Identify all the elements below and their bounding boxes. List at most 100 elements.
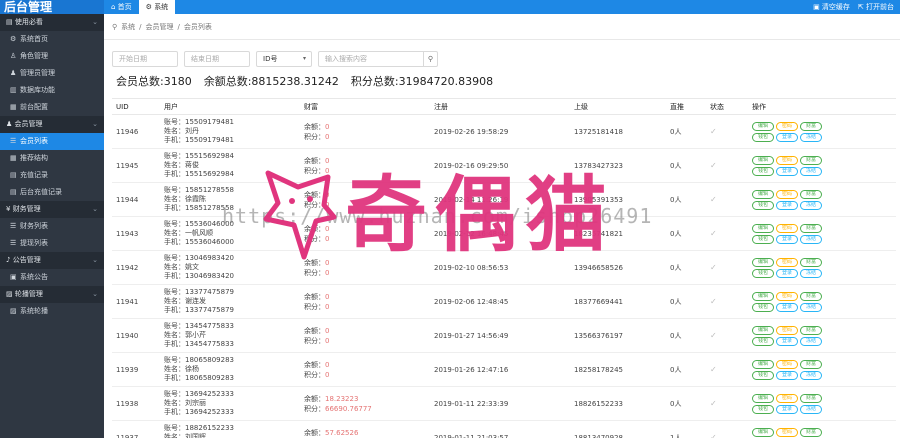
wealth-button[interactable]: 财富 bbox=[800, 257, 822, 267]
wallet-button[interactable]: 钱包 bbox=[752, 234, 774, 244]
sidebar-item-finance-list[interactable]: ☰ 财务列表 bbox=[0, 218, 104, 235]
sidebar-item-admin-recharge-log[interactable]: ▤ 后台充值记录 bbox=[0, 184, 104, 201]
password-button[interactable]: 密码 bbox=[776, 223, 798, 233]
sidebar-item-home[interactable]: ⚙ 系统首页 bbox=[0, 31, 104, 48]
password-button[interactable]: 密码 bbox=[776, 257, 798, 267]
wallet-button[interactable]: 钱包 bbox=[752, 200, 774, 210]
wealth-button[interactable]: 财富 bbox=[800, 189, 822, 199]
password-button[interactable]: 密码 bbox=[776, 359, 798, 369]
password-button[interactable]: 密码 bbox=[776, 189, 798, 199]
search-icon[interactable]: ⚲ bbox=[423, 52, 437, 66]
wallet-button[interactable]: 钱包 bbox=[752, 166, 774, 176]
check-icon[interactable]: ✓ bbox=[710, 433, 717, 438]
password-button[interactable]: 密码 bbox=[776, 291, 798, 301]
wallet-button[interactable]: 钱包 bbox=[752, 302, 774, 312]
sidebar-group-members[interactable]: ♟ 会员管理 ⌄ bbox=[0, 116, 104, 133]
sidebar-group-carousel[interactable]: ▨ 轮播管理 ⌄ bbox=[0, 286, 104, 303]
password-button[interactable]: 密码 bbox=[776, 121, 798, 131]
open-frontend-button[interactable]: ⇱ 打开前台 bbox=[858, 0, 894, 14]
login-button[interactable]: 登录 bbox=[776, 234, 798, 244]
edit-button[interactable]: 编辑 bbox=[752, 427, 774, 437]
login-button[interactable]: 登录 bbox=[776, 404, 798, 414]
check-icon[interactable]: ✓ bbox=[710, 399, 717, 408]
sidebar-item-frontend-config[interactable]: ▦ 前台配置 bbox=[0, 99, 104, 116]
id-select[interactable]: ID号 ▾ bbox=[256, 51, 312, 67]
freeze-button[interactable]: 冻结 bbox=[800, 404, 822, 414]
check-icon[interactable]: ✓ bbox=[710, 229, 717, 238]
sidebar-item-roles[interactable]: ♙ 角色管理 bbox=[0, 48, 104, 65]
search-input[interactable]: 输入搜索内容 ⚲ bbox=[318, 51, 438, 67]
col-user: 用户 bbox=[160, 98, 300, 115]
wallet-button[interactable]: 钱包 bbox=[752, 132, 774, 142]
sidebar-item-database[interactable]: ▥ 数据库功能 bbox=[0, 82, 104, 99]
freeze-button[interactable]: 冻结 bbox=[800, 234, 822, 244]
end-date-input[interactable]: 结束日期 bbox=[184, 51, 250, 67]
password-button[interactable]: 密码 bbox=[776, 325, 798, 335]
wealth-button[interactable]: 财富 bbox=[800, 291, 822, 301]
login-button[interactable]: 登录 bbox=[776, 336, 798, 346]
wealth-button[interactable]: 财富 bbox=[800, 325, 822, 335]
action-buttons: 编辑密码财富钱包登录冻结 bbox=[752, 359, 896, 380]
start-date-input[interactable]: 开始日期 bbox=[112, 51, 178, 67]
freeze-button[interactable]: 冻结 bbox=[800, 166, 822, 176]
sidebar-item-system-carousel[interactable]: ▨ 系统轮播 bbox=[0, 303, 104, 320]
check-icon[interactable]: ✓ bbox=[710, 263, 717, 272]
password-button[interactable]: 密码 bbox=[776, 155, 798, 165]
edit-button[interactable]: 编辑 bbox=[752, 223, 774, 233]
check-icon[interactable]: ✓ bbox=[710, 195, 717, 204]
login-button[interactable]: 登录 bbox=[776, 166, 798, 176]
sidebar-item-admins[interactable]: ♟ 管理员管理 bbox=[0, 65, 104, 82]
login-button[interactable]: 登录 bbox=[776, 268, 798, 278]
wallet-button[interactable]: 钱包 bbox=[752, 336, 774, 346]
freeze-button[interactable]: 冻结 bbox=[800, 200, 822, 210]
sidebar-group-notices[interactable]: ♪ 公告管理 ⌄ bbox=[0, 252, 104, 269]
freeze-button[interactable]: 冻结 bbox=[800, 268, 822, 278]
wealth-button[interactable]: 财富 bbox=[800, 155, 822, 165]
wealth-button[interactable]: 财富 bbox=[800, 393, 822, 403]
edit-button[interactable]: 编辑 bbox=[752, 257, 774, 267]
wealth-button[interactable]: 财富 bbox=[800, 223, 822, 233]
sidebar-item-withdraw-list[interactable]: ☰ 提现列表 bbox=[0, 235, 104, 252]
login-button[interactable]: 登录 bbox=[776, 370, 798, 380]
tab-home[interactable]: ⌂ 首页 bbox=[104, 0, 139, 14]
sidebar-item-recharge-log[interactable]: ▤ 充值记录 bbox=[0, 167, 104, 184]
login-button[interactable]: 登录 bbox=[776, 132, 798, 142]
login-button[interactable]: 登录 bbox=[776, 200, 798, 210]
sidebar-item-member-list[interactable]: ☰ 会员列表 bbox=[0, 133, 104, 150]
action-buttons: 编辑密码财富钱包登录冻结 bbox=[752, 257, 896, 278]
check-icon[interactable]: ✓ bbox=[710, 161, 717, 170]
edit-button[interactable]: 编辑 bbox=[752, 155, 774, 165]
login-button[interactable]: 登录 bbox=[776, 302, 798, 312]
check-icon[interactable]: ✓ bbox=[710, 127, 717, 136]
sidebar-group-guide[interactable]: ▤ 使用必看 ⌄ bbox=[0, 14, 104, 31]
edit-button[interactable]: 编辑 bbox=[752, 325, 774, 335]
wealth-button[interactable]: 财富 bbox=[800, 427, 822, 437]
wallet-button[interactable]: 钱包 bbox=[752, 370, 774, 380]
sidebar-group-finance[interactable]: ¥ 财务管理 ⌄ bbox=[0, 201, 104, 218]
check-icon[interactable]: ✓ bbox=[710, 365, 717, 374]
edit-button[interactable]: 编辑 bbox=[752, 121, 774, 131]
breadcrumb-item[interactable]: 会员管理 bbox=[146, 22, 174, 32]
freeze-button[interactable]: 冻结 bbox=[800, 370, 822, 380]
password-button[interactable]: 密码 bbox=[776, 427, 798, 437]
tab-system[interactable]: ⚙ 系统 bbox=[138, 0, 176, 14]
edit-button[interactable]: 编辑 bbox=[752, 393, 774, 403]
freeze-button[interactable]: 冻结 bbox=[800, 132, 822, 142]
password-button[interactable]: 密码 bbox=[776, 393, 798, 403]
edit-button[interactable]: 编辑 bbox=[752, 189, 774, 199]
edit-button[interactable]: 编辑 bbox=[752, 291, 774, 301]
wallet-button[interactable]: 钱包 bbox=[752, 404, 774, 414]
clear-cache-button[interactable]: ▣ 清空缓存 bbox=[813, 0, 850, 14]
edit-button[interactable]: 编辑 bbox=[752, 359, 774, 369]
freeze-button[interactable]: 冻结 bbox=[800, 336, 822, 346]
sidebar-item-system-notice[interactable]: ▣ 系统公告 bbox=[0, 269, 104, 286]
wallet-button[interactable]: 钱包 bbox=[752, 268, 774, 278]
breadcrumb-item[interactable]: 系统 bbox=[121, 22, 135, 32]
cell-direct: 0人 bbox=[666, 182, 706, 217]
wealth-button[interactable]: 财富 bbox=[800, 359, 822, 369]
wealth-button[interactable]: 财富 bbox=[800, 121, 822, 131]
check-icon[interactable]: ✓ bbox=[710, 331, 717, 340]
freeze-button[interactable]: 冻结 bbox=[800, 302, 822, 312]
check-icon[interactable]: ✓ bbox=[710, 297, 717, 306]
sidebar-item-referral-tree[interactable]: ▦ 推荐结构 bbox=[0, 150, 104, 167]
